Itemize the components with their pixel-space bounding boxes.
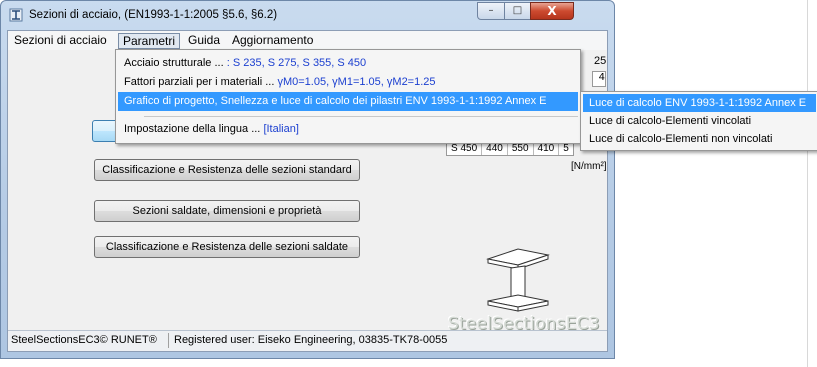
close-button[interactable]: X: [530, 2, 574, 20]
status-divider: [168, 333, 169, 348]
window-title: Sezioni di acciaio, (EN1993-1-1:2005 §5.…: [29, 9, 278, 21]
unit-label: [N/mm²]: [571, 161, 607, 172]
status-registration: Registered user: Eiseko Engineering, 038…: [174, 334, 448, 346]
i-beam-icon: [486, 248, 550, 312]
app-icon: [9, 8, 23, 22]
title-bar[interactable]: Sezioni di acciaio, (EN1993-1-1:2005 §5.…: [1, 1, 614, 30]
menu-bar: Sezioni di acciaio Parametri Guida Aggio…: [8, 31, 607, 50]
parametri-dropdown: Acciaio strutturale ... : S 235, S 275, …: [115, 49, 581, 144]
close-icon: X: [547, 4, 557, 18]
submenu-item-luce-annex-e[interactable]: Luce di calcolo ENV 1993-1-1:1992 Annex …: [583, 94, 816, 112]
minimize-button[interactable]: –: [477, 2, 505, 20]
menu-item-label: Acciaio strutturale ...: [124, 57, 224, 69]
classificazione-saldate-button[interactable]: Classificazione e Resistenza delle sezio…: [94, 236, 360, 258]
menu-item-label: Fattori parziali per i materiali ...: [124, 76, 275, 88]
status-bar: SteelSectionsEC3© RUNET® Registered user…: [8, 330, 607, 351]
menu-item-grafico-di-progetto[interactable]: Grafico di progetto, Snellezza e luce di…: [118, 92, 578, 111]
maximize-button[interactable]: □: [504, 2, 531, 20]
value-box-fragment: 4: [592, 71, 606, 87]
sezioni-saldate-button[interactable]: Sezioni saldate, dimensioni e proprietà: [94, 200, 360, 222]
top-right-number: 25: [594, 55, 607, 67]
menu-guida[interactable]: Guida: [184, 33, 224, 49]
submenu-item-elementi-vincolati[interactable]: Luce di calcolo-Elementi vincolati: [583, 112, 816, 130]
submenu-item-elementi-non-vincolati[interactable]: Luce di calcolo-Elementi non vincolati: [583, 130, 816, 148]
menu-sezioni-di-acciaio[interactable]: Sezioni di acciaio: [10, 33, 111, 49]
menu-aggiornamento[interactable]: Aggiornamento: [228, 33, 317, 49]
menu-item-value: γM0=1.05, γM1=1.05, γM2=1.25: [277, 76, 436, 88]
menu-item-value: : S 235, S 275, S 355, S 450: [226, 57, 367, 69]
menu-item-label: Grafico di progetto, Snellezza e luce di…: [124, 95, 547, 107]
classificazione-standard-button[interactable]: Classificazione e Resistenza delle sezio…: [94, 159, 360, 181]
menu-item-acciaio-strutturale[interactable]: Acciaio strutturale ... : S 235, S 275, …: [118, 54, 578, 73]
status-product: SteelSectionsEC3© RUNET®: [11, 334, 157, 346]
menu-item-label: Impostazione della lingua ...: [124, 123, 261, 135]
maximize-icon: □: [512, 5, 523, 16]
menu-parametri[interactable]: Parametri: [118, 33, 181, 49]
menu-separator: [144, 116, 578, 117]
menu-item-value: [Italian]: [263, 123, 299, 135]
menu-item-impostazione-lingua[interactable]: Impostazione della lingua ... [Italian]: [118, 120, 578, 139]
grafico-submenu: Luce di calcolo ENV 1993-1-1:1992 Annex …: [580, 91, 817, 151]
minimize-icon: –: [488, 5, 494, 16]
background-divider: [807, 0, 808, 367]
menu-item-fattori-parziali[interactable]: Fattori parziali per i materiali ... γM0…: [118, 73, 578, 92]
